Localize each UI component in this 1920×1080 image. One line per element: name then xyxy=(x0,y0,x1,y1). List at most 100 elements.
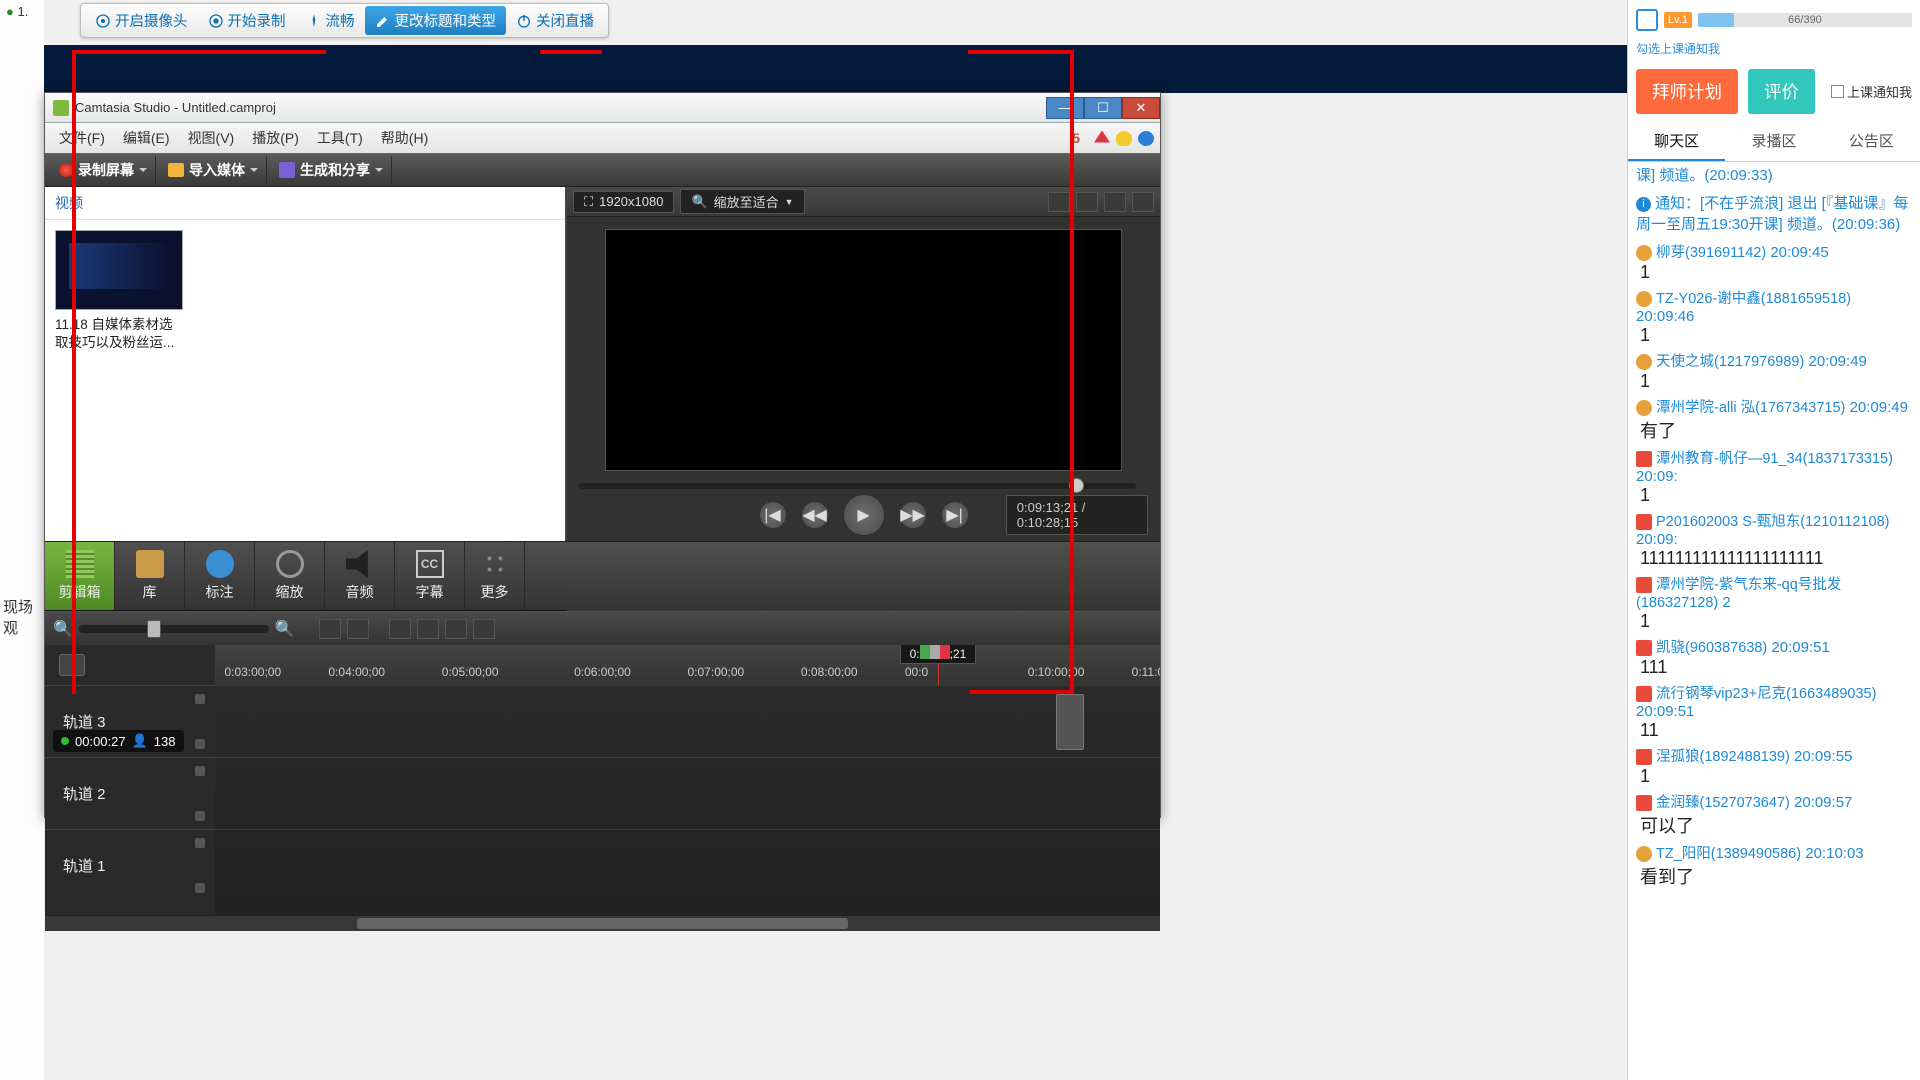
timeline-clip[interactable] xyxy=(1056,694,1084,750)
step-fwd-button[interactable]: ▶▶ xyxy=(899,501,927,529)
lock-icon[interactable] xyxy=(195,739,205,749)
detach-preview-button[interactable] xyxy=(1048,192,1070,212)
track-row-3[interactable] xyxy=(215,685,1160,757)
zoom-in-icon[interactable]: 🔍 xyxy=(275,619,295,639)
timecode-display: 0:09:13;21 / 0:10:28;15 xyxy=(1006,495,1148,535)
audience-label: 现场观 xyxy=(3,596,44,638)
lock-icon[interactable] xyxy=(195,883,205,893)
clip-bin-panel: 视频 11.18 自媒体素材选取技巧以及粉丝运... xyxy=(45,187,567,541)
notify-checkbox[interactable]: 上课通知我 xyxy=(1831,82,1912,101)
tab-audio[interactable]: 音频 xyxy=(325,542,395,610)
window-title: Camtasia Studio - Untitled.camproj xyxy=(75,100,1046,115)
mentor-plan-button[interactable]: 拜师计划 xyxy=(1636,69,1738,114)
tab-callouts[interactable]: 标注 xyxy=(185,542,255,610)
produce-share-button[interactable]: 生成和分享 xyxy=(271,156,392,184)
chat-message: TZ_阳阳(1389490586) 20:10:03看到了 xyxy=(1628,840,1920,891)
zoom-dropdown[interactable]: 🔍缩放至适合▼ xyxy=(680,189,804,214)
dimensions-dropdown[interactable]: ⛶1920x1080 xyxy=(573,191,674,213)
edit-title-button[interactable]: 更改标题和类型 xyxy=(365,6,507,35)
timeline-panel: 🔍 🔍 轨道 3 轨道 2 00:00:27👤138 轨道 1 xyxy=(45,611,1160,931)
scrub-bar[interactable] xyxy=(579,483,1136,489)
menu-view[interactable]: 视图(V) xyxy=(180,124,243,152)
redo-button[interactable] xyxy=(347,619,369,639)
quality-button[interactable]: 流畅 xyxy=(296,6,365,35)
eye-icon[interactable] xyxy=(195,838,205,848)
close-live-button[interactable]: 关闭直播 xyxy=(506,6,604,35)
menu-tools[interactable]: 工具(T) xyxy=(309,124,371,152)
rate-button[interactable]: 评价 xyxy=(1748,69,1815,114)
chat-message: 流行钢琴vip23+尼克(1663489035) 20:09:5111 xyxy=(1628,680,1920,743)
gift-icon xyxy=(1636,686,1652,702)
time-ruler[interactable]: 0:03:00;00 0:04:00;00 0:05:00;00 0:06:00… xyxy=(215,645,1160,685)
chat-message: 潭州学院-紫气东来-qq号批发(186327128) 21 xyxy=(1628,571,1920,634)
import-media-button[interactable]: 导入媒体 xyxy=(160,156,267,184)
track-row-2[interactable] xyxy=(215,757,1160,829)
play-button[interactable]: ▶ xyxy=(843,494,885,536)
tab-library[interactable]: 库 xyxy=(115,542,185,610)
maximize-button[interactable]: ☐ xyxy=(1084,97,1122,119)
tab-captions[interactable]: CC字幕 xyxy=(395,542,465,610)
step-back-button[interactable]: ◀◀ xyxy=(801,501,829,529)
medal-icon xyxy=(1636,291,1652,307)
track-header-2[interactable]: 轨道 2 00:00:27👤138 xyxy=(45,757,215,829)
copy-button[interactable] xyxy=(445,619,467,639)
lock-icon[interactable] xyxy=(195,811,205,821)
folder-icon xyxy=(168,163,184,177)
system-message: 课] 频道。(20:09:33) xyxy=(1628,162,1920,190)
help-icon[interactable] xyxy=(1138,131,1154,146)
gift-icon xyxy=(1636,749,1652,765)
notif-count: 5 xyxy=(1064,126,1088,150)
timeline-hscrollbar[interactable] xyxy=(45,915,1160,931)
fullscreen-button[interactable] xyxy=(1104,192,1126,212)
menu-file[interactable]: 文件(F) xyxy=(51,124,113,152)
bulb-icon[interactable] xyxy=(1116,131,1132,146)
film-icon xyxy=(66,550,94,578)
track-row-1[interactable] xyxy=(215,829,1160,901)
window-titlebar[interactable]: Camtasia Studio - Untitled.camproj — ☐ ✕ xyxy=(45,93,1160,123)
start-record-button[interactable]: 开始录制 xyxy=(198,6,296,35)
main-toolbar: 录制屏幕 导入媒体 生成和分享 xyxy=(45,153,1160,187)
split-button[interactable] xyxy=(417,619,439,639)
eye-icon[interactable] xyxy=(195,766,205,776)
zoom-slider[interactable] xyxy=(79,625,269,633)
prev-clip-button[interactable]: |◀ xyxy=(759,501,787,529)
annotation-line xyxy=(72,50,76,694)
zoom-out-icon[interactable]: 🔍 xyxy=(53,619,73,639)
record-screen-button[interactable]: 录制屏幕 xyxy=(51,156,156,184)
menu-edit[interactable]: 编辑(E) xyxy=(115,124,178,152)
minimize-button[interactable]: — xyxy=(1046,97,1084,119)
paste-button[interactable] xyxy=(473,619,495,639)
tab-zoom[interactable]: 缩放 xyxy=(255,542,325,610)
layers-button[interactable] xyxy=(1132,192,1154,212)
annotation-line xyxy=(968,50,1074,54)
cut-button[interactable] xyxy=(389,619,411,639)
next-clip-button[interactable]: ▶| xyxy=(941,501,969,529)
open-camera-button[interactable]: 开启摄像头 xyxy=(85,6,198,35)
track-header-1[interactable]: 轨道 1 xyxy=(45,829,215,901)
tab-more[interactable]: 更多 xyxy=(465,542,525,610)
menu-play[interactable]: 播放(P) xyxy=(244,124,307,152)
host-app-sliver: ● 1. 现场观 xyxy=(0,0,44,1080)
timeline-tracks[interactable]: 0:03:00;00 0:04:00;00 0:05:00;00 0:06:00… xyxy=(215,645,1160,915)
cc-icon: CC xyxy=(416,550,444,578)
menu-help[interactable]: 帮助(H) xyxy=(373,124,436,152)
tab-clipbin[interactable]: 剪辑箱 xyxy=(45,542,115,610)
preview-canvas[interactable] xyxy=(605,229,1122,471)
close-button[interactable]: ✕ xyxy=(1122,97,1160,119)
annotation-line xyxy=(72,50,326,54)
tab-announce[interactable]: 公告区 xyxy=(1823,122,1920,161)
chat-message: 柳芽(391691142) 20:09:451 xyxy=(1628,239,1920,285)
medal-icon xyxy=(1636,245,1652,261)
notify-icon[interactable] xyxy=(1636,9,1658,31)
playhead[interactable]: 0:09:13;21 xyxy=(938,645,939,685)
annotation-line xyxy=(1070,50,1074,694)
annotation-line xyxy=(970,690,1074,694)
chat-message-list[interactable]: 课] 频道。(20:09:33) i通知：[不在乎流浪] 退出 [『基础课』每周… xyxy=(1628,162,1920,1080)
tab-replay[interactable]: 录播区 xyxy=(1725,122,1822,161)
bell-icon[interactable] xyxy=(1094,131,1110,146)
hand-button[interactable] xyxy=(1076,192,1098,212)
eye-icon[interactable] xyxy=(195,694,205,704)
undo-button[interactable] xyxy=(319,619,341,639)
tab-chat[interactable]: 聊天区 xyxy=(1628,122,1725,161)
expand-icon: ⛶ xyxy=(584,194,593,210)
